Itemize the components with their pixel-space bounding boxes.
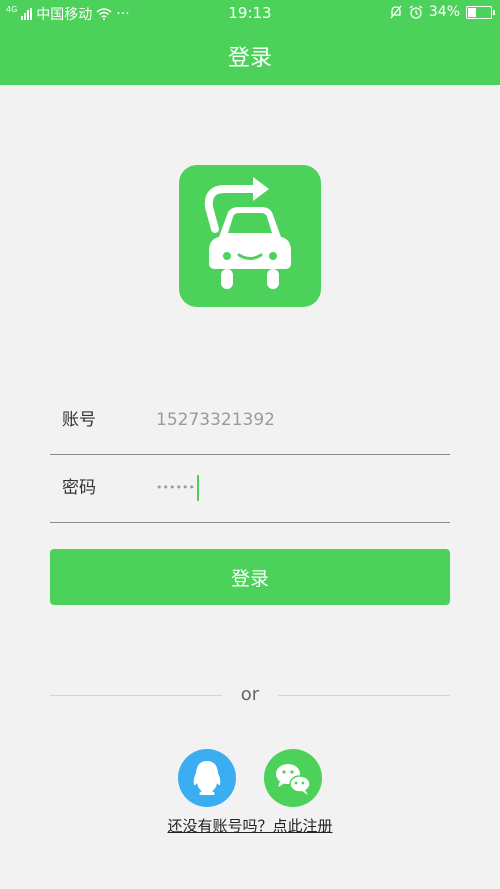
qq-icon [193, 761, 221, 795]
mute-bell-icon [390, 5, 402, 19]
divider-text: or [240, 684, 260, 705]
password-mask: •••••• [156, 481, 195, 494]
wechat-login-button[interactable] [264, 749, 322, 807]
register-link[interactable]: 还没有账号吗？点此注册 [0, 815, 500, 836]
account-field[interactable]: 账号 15273321392 [50, 386, 450, 455]
password-label: 密码 [62, 478, 96, 498]
divider-left [50, 695, 222, 696]
account-input[interactable]: 15273321392 [156, 386, 275, 454]
qq-login-button[interactable] [178, 749, 236, 807]
password-input[interactable]: •••••• [156, 454, 199, 522]
login-button[interactable]: 登录 [50, 549, 450, 605]
car-share-icon [204, 177, 291, 289]
divider-right [278, 695, 450, 696]
battery-icon [466, 5, 495, 19]
text-caret [196, 475, 199, 501]
app-logo [179, 165, 321, 307]
page-title: 登录 [0, 26, 500, 85]
password-field[interactable]: 密码 •••••• [50, 454, 450, 523]
account-label: 账号 [62, 410, 96, 430]
battery-percent: 34% [428, 4, 460, 20]
alarm-icon [409, 5, 423, 19]
status-bar: 4G 中国移动 ··· 19:13 34% [0, 0, 500, 26]
wechat-icon [276, 764, 311, 795]
